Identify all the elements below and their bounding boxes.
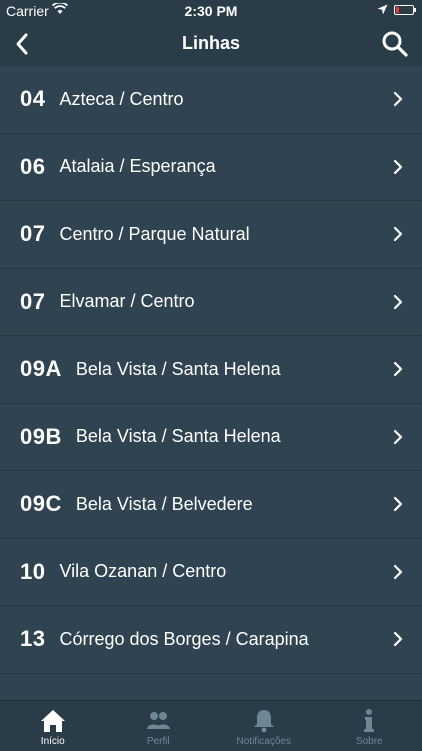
line-number: 13 [20,626,45,652]
line-number: 09C [20,491,62,517]
line-number: 07 [20,289,45,315]
status-bar: Carrier 2:30 PM [0,0,422,22]
line-number: 06 [20,154,45,180]
search-icon[interactable] [380,29,410,59]
people-icon [144,708,172,734]
tab-notificacoes[interactable]: Notificações [211,701,317,751]
chevron-right-icon [392,225,404,243]
chevron-right-icon [392,360,404,378]
line-row[interactable]: 07 Centro / Parque Natural [0,201,422,269]
line-name: Córrego dos Borges / Carapina [59,629,308,650]
bell-icon [250,708,278,734]
line-name: Bela Vista / Santa Helena [76,426,281,447]
line-name: Centro / Parque Natural [59,224,249,245]
tab-label: Início [41,736,65,747]
tab-perfil[interactable]: Perfil [106,701,212,751]
line-name: Bela Vista / Belvedere [76,494,253,515]
chevron-right-icon [392,158,404,176]
chevron-right-icon [392,630,404,648]
chevron-right-icon [392,293,404,311]
tab-label: Perfil [147,736,170,747]
tab-label: Sobre [356,736,383,747]
line-row[interactable]: 07 Elvamar / Centro [0,269,422,337]
home-icon [39,708,67,734]
tab-inicio[interactable]: Início [0,701,106,751]
line-row[interactable]: 09A Bela Vista / Santa Helena [0,336,422,404]
line-number: 10 [20,559,45,585]
chevron-right-icon [392,428,404,446]
nav-bar: Linhas [0,22,422,66]
tab-bar: Início Perfil Notificações Sobre [0,700,422,751]
lines-list: 04 Azteca / Centro 06 Atalaia / Esperanç… [0,66,422,700]
tab-sobre[interactable]: Sobre [317,701,422,751]
status-time: 2:30 PM [0,3,422,19]
line-number: 09A [20,356,62,382]
line-row[interactable]: 04 Azteca / Centro [0,66,422,134]
chevron-right-icon [392,495,404,513]
line-row[interactable]: 06 Atalaia / Esperança [0,134,422,202]
line-name: Bela Vista / Santa Helena [76,359,281,380]
line-number: 04 [20,86,45,112]
tab-label: Notificações [237,736,291,747]
page-title: Linhas [0,33,422,54]
line-row[interactable]: 09B Bela Vista / Santa Helena [0,404,422,472]
line-row[interactable]: 10 Vila Ozanan / Centro [0,539,422,607]
line-name: Azteca / Centro [59,89,183,110]
line-number: 07 [20,221,45,247]
line-name: Atalaia / Esperança [59,156,215,177]
line-row-partial[interactable] [0,674,422,701]
location-arrow-icon [377,4,388,15]
line-row[interactable]: 13 Córrego dos Borges / Carapina [0,606,422,674]
line-name: Elvamar / Centro [59,291,194,312]
info-icon [355,708,383,734]
battery-icon [394,5,414,15]
line-number: 09B [20,424,62,450]
chevron-right-icon [392,90,404,108]
chevron-right-icon [392,563,404,581]
line-row[interactable]: 09C Bela Vista / Belvedere [0,471,422,539]
line-name: Vila Ozanan / Centro [59,561,226,582]
